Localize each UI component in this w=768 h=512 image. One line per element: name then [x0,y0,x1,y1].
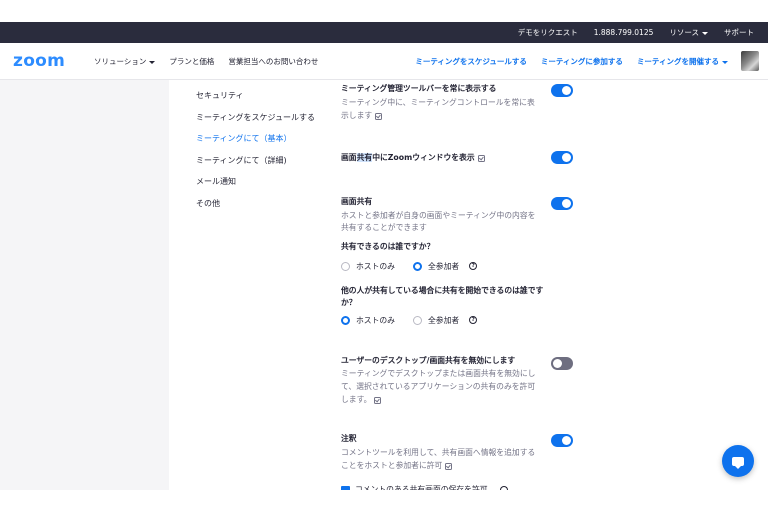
radio-option-host-only[interactable]: ホストのみ [341,261,413,272]
zoom-window-setting-title: 画面共有中にZoomウィンドウを表示 [341,151,485,164]
sidebar-item-email-notification[interactable]: メール通知 [196,176,336,198]
save-annotation-checkbox[interactable] [341,486,350,490]
zoom-window-toggle[interactable] [551,151,573,164]
annotation-setting-title: 注釈 [341,434,357,443]
chevron-down-icon [149,60,156,64]
host-meeting-menu[interactable]: ミーティングを開催する [637,56,728,67]
chevron-down-icon [722,60,728,64]
who-can-start-label-line1: 他の人が共有している場合に共有を開始できるのは誰です [341,286,544,295]
annotation-desc-text: ことをホストと参加者に許可 [341,461,443,470]
info-icon[interactable] [374,396,382,404]
screen-share-setting-title: 画面共有 [341,197,373,206]
radio-button[interactable] [412,315,422,325]
toolbar-toggle[interactable] [551,84,573,97]
solutions-menu[interactable]: ソリューション [94,56,156,67]
annotation-desc-line2: ことをホストと参加者に許可 [341,459,453,472]
who-can-start-label-line2: か？ [341,298,357,307]
annotation-toggle[interactable] [551,434,573,447]
disable-share-setting-title: ユーザーのデスクトップ/画面共有を無効にします [341,356,516,365]
radio-option-host-only[interactable]: ホストのみ [341,315,413,326]
radio-option-all[interactable]: 全参加者 [412,261,469,272]
nav-left-group: ソリューション プランと価格 営業担当へのお問い合わせ [94,43,318,80]
help-circle-icon[interactable] [500,486,508,490]
resources-menu[interactable]: リソース [669,27,708,38]
toolbar-setting-title: ミーティング管理ツールバーを常に表示する [341,84,497,93]
radio-button-selected[interactable] [412,261,422,271]
request-demo-link[interactable]: デモをリクエスト [518,27,578,38]
sidebar-item-in-meeting-advanced[interactable]: ミーティングにて（詳細) [196,155,336,177]
radio-button-selected[interactable] [341,315,350,325]
info-icon[interactable] [477,154,485,162]
contact-sales-link[interactable]: 営業担当へのお問い合わせ [228,56,318,67]
who-can-share-options: ホストのみ 全参加者 ? [341,260,478,272]
radio-label: 全参加者 [427,315,460,325]
settings-sidebar: セキュリティ ミーティングをスケジュールする ミーティングにて（基本） ミーティ… [196,90,336,219]
support-link[interactable]: サポート [724,27,754,38]
chevron-down-icon [702,31,708,35]
sidebar-item-schedule-meeting[interactable]: ミーティングをスケジュールする [196,112,336,134]
help-circle-icon[interactable]: ? [469,262,478,270]
sidebar-item-in-meeting-basic[interactable]: ミーティングにて（基本） [196,133,336,155]
info-icon[interactable] [445,462,453,470]
help-circle-icon[interactable]: ? [469,316,478,324]
chat-button[interactable] [722,445,754,477]
toolbar-desc-text: 示します [341,111,373,120]
who-can-start-options: ホストのみ 全参加者 ? [341,314,478,326]
join-meeting-link[interactable]: ミーティングに参加する [541,56,623,67]
save-annotation-label: コメントのある共有画面の保存を許可 [355,485,488,490]
sidebar-item-security[interactable]: セキュリティ [196,90,336,112]
solutions-label: ソリューション [94,57,147,66]
radio-option-all[interactable]: 全参加者 [412,315,469,326]
disable-share-desc-line2: て、選択されているアプリケーションの共有のみを許可 [341,382,536,391]
zoom-window-text-highlight: 共有 [356,153,373,162]
radio-label: ホストのみ [356,261,395,271]
who-can-share-label: 共有できるのは誰ですか？ [341,242,435,251]
info-icon[interactable] [375,112,383,120]
main-navbar: zoom ソリューション プランと価格 営業担当へのお問い合わせ ミーティングを… [0,43,768,80]
resources-label: リソース [669,28,699,37]
chat-bubble-icon [732,456,744,469]
schedule-meeting-link[interactable]: ミーティングをスケジュールする [415,56,527,67]
zoom-window-text-2: 中にZoomウィンドウを表示 [372,153,475,162]
host-meeting-label: ミーティングを開催する [636,57,719,66]
toolbar-setting-desc-line1: ミーティング中に、ミーティングコントロールを常に表 [341,98,535,107]
annotation-desc-line1: コメントツールを利用して、共有画面へ情報を追加する [341,448,536,457]
disable-share-desc-line1: ミーティングでデスクトップまたは画面共有を無効にし [341,369,536,378]
utility-bar: デモをリクエスト 1.888.799.0125 リソース サポート [0,22,768,43]
radio-label: ホストのみ [356,315,395,325]
toolbar-setting-desc-line2: 示します [341,109,383,122]
nav-right-group: ミーティングをスケジュールする ミーティングに参加する ミーティングを開催する [415,43,728,80]
zoom-window-text-1: 画面 [341,153,357,162]
disable-share-toggle[interactable] [551,357,573,370]
avatar[interactable] [741,51,759,71]
disable-share-desc-line3: します。 [341,393,382,406]
radio-button[interactable] [341,261,350,271]
zoom-logo[interactable]: zoom [13,51,65,71]
phone-number[interactable]: 1.888.799.0125 [594,28,654,37]
radio-label: 全参加者 [427,261,460,271]
sidebar-item-other[interactable]: その他 [196,198,336,220]
pricing-link[interactable]: プランと価格 [169,56,214,67]
disable-desc-text: します。 [341,395,372,404]
screen-share-toggle[interactable] [551,197,573,210]
screen-share-desc-line2: 共有することができます [341,223,427,232]
